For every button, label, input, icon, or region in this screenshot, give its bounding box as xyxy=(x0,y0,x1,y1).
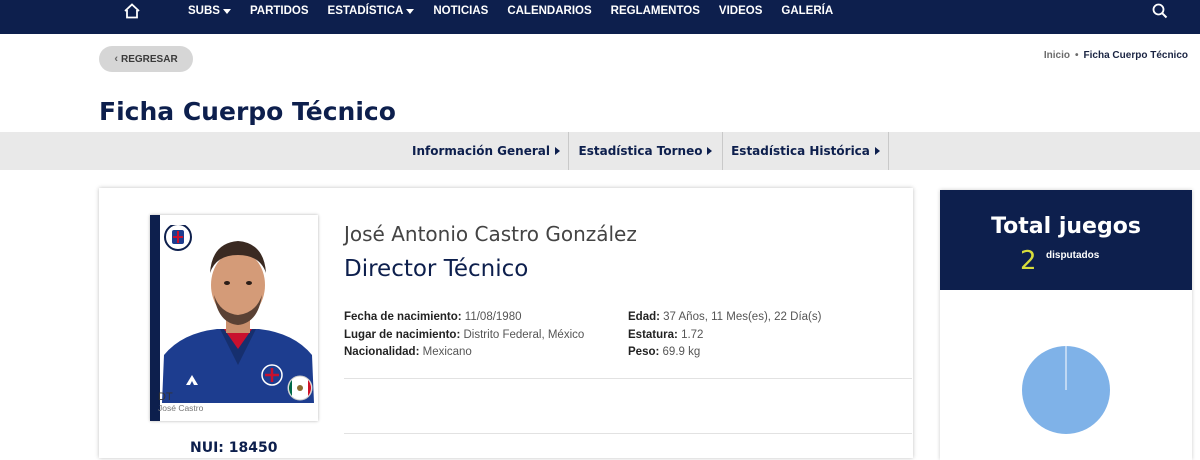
section-tabs: Información General Estadística Torneo E… xyxy=(0,132,1200,170)
back-button[interactable]: ‹ REGRESAR xyxy=(99,46,193,72)
top-navigation-bar: SUBS PARTIDOS ESTADÍSTICA NOTICIAS CALENDARI… xyxy=(0,0,1200,34)
field-label: Fecha de nacimiento: xyxy=(344,311,462,323)
search-icon[interactable] xyxy=(1152,3,1168,19)
card-position: DT xyxy=(158,391,173,403)
back-button-label: REGRESAR xyxy=(120,53,178,65)
home-icon[interactable] xyxy=(123,2,141,20)
caret-right-icon xyxy=(874,147,880,155)
field-value: 11/08/1980 xyxy=(464,311,522,323)
full-name: José Antonio Castro González xyxy=(344,222,637,246)
field-label: Peso: xyxy=(628,346,660,358)
nav-item-label: PARTIDOS xyxy=(249,5,309,17)
nav-item-galeria[interactable]: GALERÍA xyxy=(781,5,833,17)
tab-estadistica-torneo[interactable]: Estadística Torneo xyxy=(569,132,723,170)
nav-item-calendarios[interactable]: CALENDARIOS xyxy=(507,5,591,17)
tab-estadistica-historica[interactable]: Estadística Histórica xyxy=(723,132,889,170)
total-games-title: Total juegos xyxy=(991,214,1141,239)
nav-item-label: REGLAMENTOS xyxy=(610,5,700,17)
nav-item-label: GALERÍA xyxy=(781,5,834,17)
info-row-height: Estatura: 1.72 xyxy=(628,327,821,345)
field-value: 69.9 kg xyxy=(662,346,701,358)
breadcrumb-separator: • xyxy=(1075,50,1079,61)
info-row-nationality: Nacionalidad: Mexicano xyxy=(344,344,584,362)
caret-down-icon xyxy=(222,8,231,14)
tab-label: Información General xyxy=(412,144,550,158)
total-games-count: 2 xyxy=(1020,246,1037,276)
chevron-left-icon: ‹ xyxy=(114,53,118,65)
caret-right-icon xyxy=(707,147,713,155)
nav-item-label: SUBS xyxy=(188,5,220,17)
tab-label: Estadística Torneo xyxy=(578,144,703,158)
total-games-header xyxy=(940,190,1192,290)
breadcrumb: Inicio • Ficha Cuerpo Técnico xyxy=(1044,50,1188,61)
player-sticker-card: DT José Castro xyxy=(150,215,318,421)
tab-informacion-general[interactable]: Información General xyxy=(404,132,569,170)
caret-down-icon xyxy=(406,8,415,14)
main-menu: SUBS PARTIDOS ESTADÍSTICA NOTICIAS CALENDARI… xyxy=(188,0,852,22)
info-left-column: Fecha de nacimiento: 11/08/1980 Lugar de… xyxy=(344,309,584,362)
nav-item-label: VIDEOS xyxy=(718,5,763,17)
breadcrumb-current: Ficha Cuerpo Técnico xyxy=(1083,50,1188,61)
field-value: 1.72 xyxy=(681,328,704,341)
nav-item-reglamentos[interactable]: REGLAMENTOS xyxy=(611,5,700,17)
field-value: Mexicano xyxy=(422,346,472,358)
field-label: Edad: xyxy=(628,311,660,323)
nav-item-label: ESTADÍSTICA xyxy=(327,5,404,17)
field-value: Distrito Federal, México xyxy=(463,328,585,341)
nav-item-label: NOTICIAS xyxy=(433,5,489,17)
info-row-age: Edad: 37 Años, 11 Mes(es), 22 Día(s) xyxy=(628,309,821,327)
divider xyxy=(344,433,912,434)
info-row-birthplace: Lugar de nacimiento: Distrito Federal, M… xyxy=(344,327,584,345)
card-name: José Castro xyxy=(158,403,204,413)
caret-right-icon xyxy=(554,147,560,155)
field-label: Estatura: xyxy=(628,328,678,341)
field-label: Lugar de nacimiento: xyxy=(344,328,461,341)
divider xyxy=(344,378,912,379)
nav-item-partidos[interactable]: PARTIDOS xyxy=(250,5,309,17)
nav-item-label: CALENDARIOS xyxy=(507,5,592,17)
page-title: Ficha Cuerpo Técnico xyxy=(99,97,396,126)
tab-label: Estadística Histórica xyxy=(731,144,870,158)
nav-item-videos[interactable]: VIDEOS xyxy=(719,5,762,17)
nav-item-noticias[interactable]: NOTICIAS xyxy=(433,5,488,17)
profile-photo xyxy=(162,225,314,403)
info-row-weight: Peso: 69.9 kg xyxy=(628,344,821,362)
info-right-column: Edad: 37 Años, 11 Mes(es), 22 Día(s) Est… xyxy=(628,309,821,362)
field-value: 37 Años, 11 Mes(es), 22 Día(s) xyxy=(663,311,822,323)
field-label: Nacionalidad: xyxy=(344,346,420,358)
breadcrumb-home-link[interactable]: Inicio xyxy=(1044,50,1070,61)
role-title: Director Técnico xyxy=(344,256,529,282)
nav-item-estadistica[interactable]: ESTADÍSTICA xyxy=(328,5,415,17)
total-games-label: disputados xyxy=(1046,250,1100,261)
games-pie-chart xyxy=(1022,346,1110,434)
info-row-birthdate: Fecha de nacimiento: 11/08/1980 xyxy=(344,309,584,327)
nui-number: NUI: 18450 xyxy=(190,440,278,456)
nav-item-subs[interactable]: SUBS xyxy=(188,5,231,17)
